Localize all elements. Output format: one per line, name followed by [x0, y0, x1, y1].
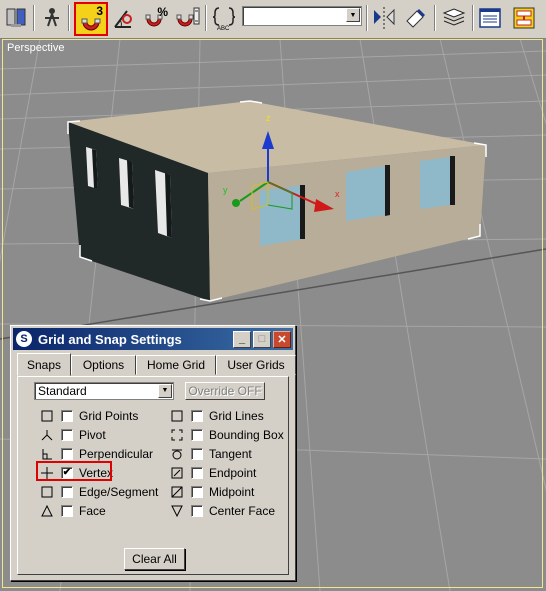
bounding-box-checkbox[interactable]	[191, 429, 203, 441]
snap-option-tangent[interactable]: Tangent	[169, 446, 252, 462]
pivot-icon	[39, 428, 55, 442]
perpendicular-checkbox[interactable]	[61, 448, 73, 460]
center-face-label: Center Face	[209, 504, 276, 518]
grid-lines-checkbox[interactable]	[191, 410, 203, 422]
face-checkbox[interactable]	[61, 505, 73, 517]
grid-points-icon	[39, 409, 55, 423]
grid-points-checkbox[interactable]	[61, 410, 73, 422]
face-icon	[39, 504, 55, 518]
perpendicular-icon	[39, 447, 55, 461]
z-axis-label: z	[266, 113, 271, 123]
dialog-title-bar[interactable]: S Grid and Snap Settings _ □ ✕	[13, 328, 293, 350]
select-tool-icon[interactable]	[38, 3, 66, 33]
tab-snaps[interactable]: Snaps	[17, 353, 71, 376]
grid-lines-label: Grid Lines	[209, 409, 264, 423]
minimize-icon: _	[238, 333, 246, 345]
dialog-title: Grid and Snap Settings	[38, 331, 182, 347]
bounding-box-label: Bounding Box	[209, 428, 284, 442]
chevron-down-icon[interactable]: ▼	[158, 384, 172, 398]
x-axis-label: x	[335, 189, 340, 199]
svg-text:ABC: ABC	[217, 26, 230, 31]
bounding-box-icon	[169, 428, 185, 442]
named-selection-dropdown[interactable]: ▼	[242, 6, 362, 26]
align-icon[interactable]	[402, 3, 430, 33]
maximize-button[interactable]: □	[253, 330, 271, 348]
edge-segment-icon	[39, 485, 55, 499]
midpoint-label: Midpoint	[209, 485, 255, 499]
edit-named-selection-icon[interactable]: ABC	[210, 3, 238, 33]
tab-options[interactable]: Options	[71, 355, 136, 375]
face-label: Face	[79, 504, 106, 518]
endpoint-icon	[169, 466, 185, 480]
snap-option-grid-points[interactable]: Grid Points	[39, 408, 138, 424]
snap-option-edge-segment[interactable]: Edge/Segment	[39, 484, 158, 500]
endpoint-label: Endpoint	[209, 466, 257, 480]
minimize-button[interactable]: _	[233, 330, 251, 348]
tangent-label: Tangent	[209, 447, 252, 461]
center-face-checkbox[interactable]	[191, 505, 203, 517]
tangent-icon	[169, 447, 185, 461]
spinner-snap-icon[interactable]	[174, 3, 202, 33]
layer-manager-icon[interactable]	[440, 3, 468, 33]
curve-editor-icon[interactable]	[476, 3, 504, 33]
angle-snap-icon[interactable]	[110, 3, 138, 33]
snap-type-value: Standard	[38, 384, 87, 398]
close-button[interactable]: ✕	[273, 330, 291, 348]
midpoint-checkbox[interactable]	[191, 486, 203, 498]
override-button[interactable]: Override OFF	[185, 382, 265, 400]
tab-user-grids[interactable]: User Grids	[216, 355, 296, 375]
snap-option-center-face[interactable]: Center Face	[169, 503, 275, 519]
y-axis-label: y	[223, 185, 228, 195]
snap-option-pivot[interactable]: Pivot	[39, 427, 106, 443]
edge-segment-checkbox[interactable]	[61, 486, 73, 498]
pivot-checkbox[interactable]	[61, 429, 73, 441]
viewport-label[interactable]: Perspective	[7, 42, 64, 54]
endpoint-checkbox[interactable]	[191, 467, 203, 479]
edge-segment-label: Edge/Segment	[79, 485, 159, 499]
close-icon: ✕	[277, 333, 287, 346]
clear-all-button[interactable]: Clear All	[124, 548, 185, 570]
snap-option-face[interactable]: Face	[39, 503, 106, 519]
snap-option-endpoint[interactable]: Endpoint	[169, 465, 256, 481]
snap-toggle-label: 3	[96, 4, 103, 18]
select-and-link-icon[interactable]	[2, 3, 30, 33]
grid-and-snap-settings-dialog: S Grid and Snap Settings _ □ ✕ Snaps Opt…	[10, 325, 296, 581]
snap-type-dropdown[interactable]: Standard ▼	[34, 382, 174, 400]
building-mesh[interactable]	[67, 100, 487, 302]
snap-option-bounding-box[interactable]: Bounding Box	[169, 427, 284, 443]
snap-option-midpoint[interactable]: Midpoint	[169, 484, 254, 500]
tangent-checkbox[interactable]	[191, 448, 203, 460]
mirror-icon[interactable]	[370, 3, 398, 33]
schematic-view-icon[interactable]	[510, 3, 538, 33]
percent-label: %	[157, 5, 168, 19]
center-face-icon	[169, 504, 185, 518]
tab-home-grid[interactable]: Home Grid	[136, 355, 216, 375]
percent-snap-button[interactable]: %	[142, 3, 170, 33]
chevron-down-icon[interactable]: ▼	[346, 8, 360, 22]
vertex-highlight-box	[36, 461, 112, 481]
snap-toggle-3d-button[interactable]: 3	[74, 2, 108, 36]
app-icon: S	[16, 331, 32, 347]
midpoint-icon	[169, 485, 185, 499]
maximize-icon: □	[258, 333, 266, 345]
grid-lines-icon	[169, 409, 185, 423]
snap-option-grid-lines[interactable]: Grid Lines	[169, 408, 264, 424]
snap-option-perpendicular[interactable]: Perpendicular	[39, 446, 153, 462]
pivot-label: Pivot	[79, 428, 106, 442]
grid-points-label: Grid Points	[79, 409, 139, 423]
perpendicular-label: Perpendicular	[79, 447, 154, 461]
main-toolbar: 3 % ABC ▼	[0, 0, 546, 39]
